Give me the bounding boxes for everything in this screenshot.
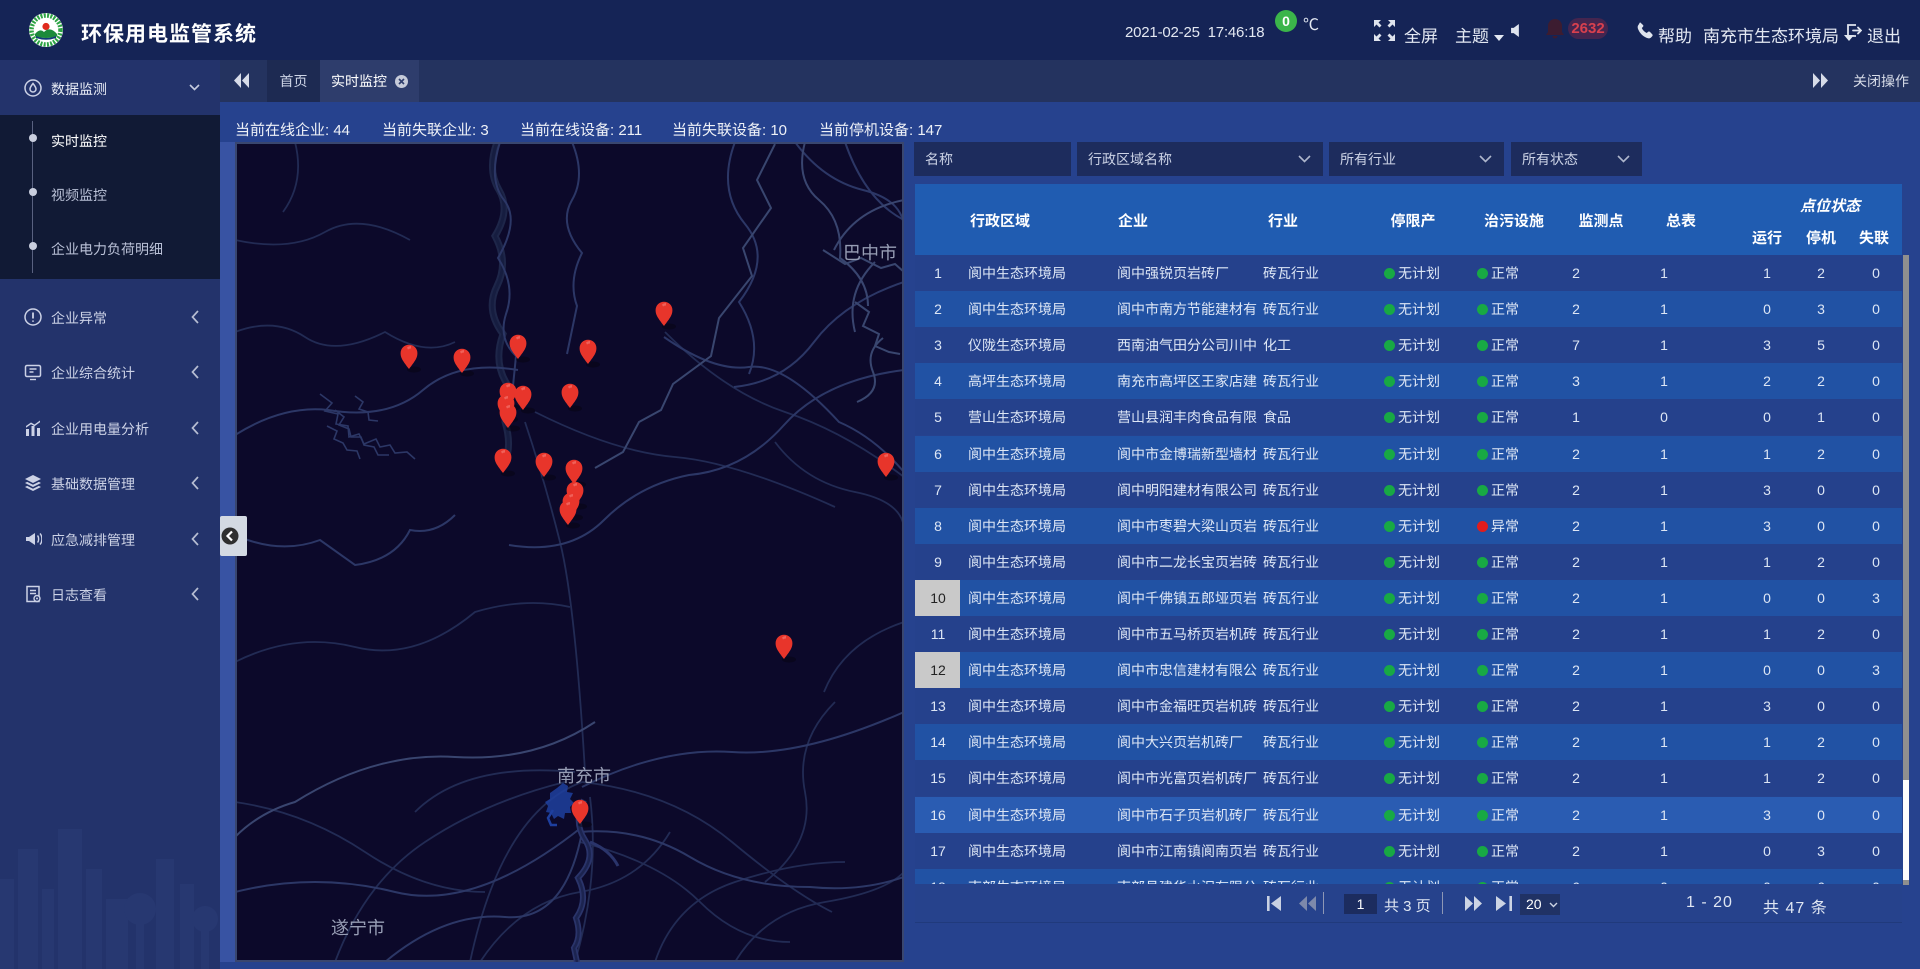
- svg-text:巴中市: 巴中市: [843, 243, 897, 263]
- svg-text:遂宁市: 遂宁市: [331, 918, 385, 938]
- svg-text:南充市: 南充市: [557, 766, 611, 786]
